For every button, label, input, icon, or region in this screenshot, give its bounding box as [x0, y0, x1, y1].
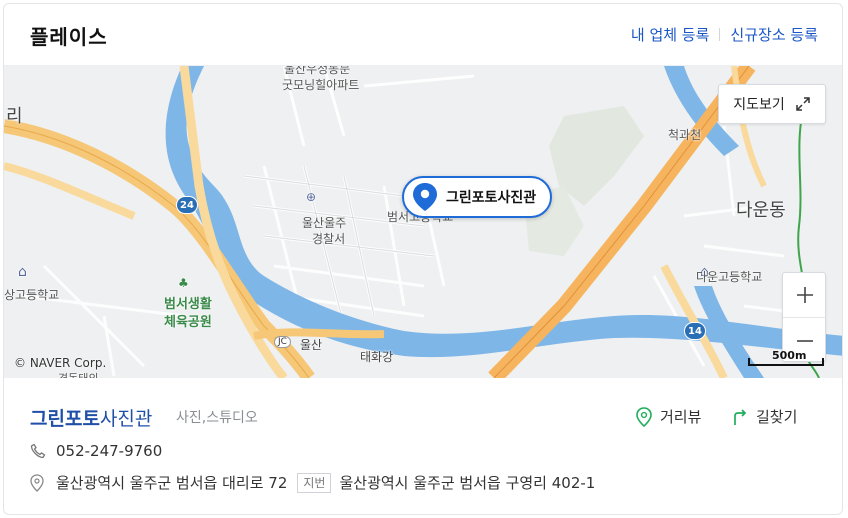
directions-label: 길찾기	[756, 408, 798, 426]
view-map-button[interactable]: 지도보기	[718, 84, 826, 124]
plus-icon	[797, 287, 813, 303]
street-view-button[interactable]: 거리뷰	[636, 406, 701, 427]
location-pin-icon	[413, 183, 437, 211]
callout-place-name: 그린포토사진관	[446, 190, 537, 206]
minus-icon	[797, 339, 813, 342]
map-label-park-2: 체육공원	[164, 315, 212, 330]
directions-button[interactable]: 길찾기	[732, 406, 797, 427]
scale-bar	[748, 358, 824, 366]
place-info: 그린포토사진관 사진,스튜디오 거리뷰 길찾기 052-247-9760 울산광…	[4, 378, 842, 514]
location-outline-icon	[636, 406, 652, 427]
map-label-ri: 리	[6, 106, 23, 127]
map-view[interactable]: 울산우정동문 굿모닝힐아파트 리 ⊕ 울산울주 경찰서 범서고등학교 척과천 다…	[4, 66, 842, 378]
map-label-left-school: 상고등학교	[4, 288, 60, 302]
zoom-in-button[interactable]	[783, 273, 827, 318]
place-marker-callout[interactable]: 그린포토사진관	[402, 176, 553, 218]
road-address: 울산광역시 울주군 범서읍 대리로 72	[56, 474, 288, 492]
place-header: 플레이스 내 업체 등록 신규장소 등록	[4, 4, 842, 66]
route-14-shield: 14	[684, 322, 706, 340]
jibeon-address: 울산광역시 울주군 범서읍 구영리 402-1	[339, 474, 596, 492]
map-label-taehwagang: 태화강	[360, 350, 394, 364]
phone-number[interactable]: 052-247-9760	[56, 442, 162, 460]
police-icon: ⊕	[306, 190, 317, 204]
map-label-apt: 굿모닝힐아파트	[282, 78, 360, 92]
place-name-rest: 사진관	[99, 408, 153, 430]
place-name-link[interactable]: 그린포토사진관	[30, 404, 152, 431]
place-category: 사진,스튜디오	[176, 410, 258, 426]
place-name-highlight: 그린포토	[30, 408, 100, 430]
map-label-daundong: 다운동	[736, 200, 786, 221]
turn-arrow-icon	[734, 408, 747, 425]
map-label-police-2: 경찰서	[312, 232, 346, 246]
school-icon-left: ⌂	[18, 264, 27, 280]
map-label-bottom-left: 경동태의	[58, 370, 98, 378]
phone-row: 052-247-9760	[30, 442, 162, 460]
map-label-police-1: 울산울주	[302, 216, 347, 230]
map-scale: 500m	[748, 349, 826, 369]
map-label-daun-school: 다운고등학교	[696, 270, 763, 284]
park-icon: ♣	[178, 276, 189, 290]
register-new-place-link[interactable]: 신규장소 등록	[730, 24, 818, 45]
jibeon-badge: 지번	[297, 472, 332, 493]
map-label-ulsan: 울산	[300, 338, 323, 352]
map-label-cheokgwacheon: 척과천	[668, 128, 702, 142]
map-copyright: © NAVER Corp.	[14, 356, 107, 370]
section-title: 플레이스	[30, 25, 108, 49]
place-card: 플레이스 내 업체 등록 신규장소 등록 울산우정동문 굿모닝힐아파트 리 ⊕ …	[3, 3, 843, 515]
register-business-link[interactable]: 내 업체 등록	[631, 24, 710, 45]
street-view-label: 거리뷰	[660, 408, 702, 426]
route-24-shield: 24	[176, 196, 198, 214]
address-row: 울산광역시 울주군 범서읍 대리로 72 지번 울산광역시 울주군 범서읍 구영…	[30, 472, 595, 493]
expand-icon	[796, 97, 810, 111]
address-pin-icon	[30, 473, 48, 492]
map-label-park-1: 범서생활	[164, 297, 212, 312]
header-links: 내 업체 등록 신규장소 등록	[631, 24, 818, 45]
view-map-label: 지도보기	[733, 97, 785, 113]
jc-marker: JC	[274, 336, 291, 348]
link-divider	[719, 28, 721, 41]
phone-icon	[30, 443, 48, 459]
